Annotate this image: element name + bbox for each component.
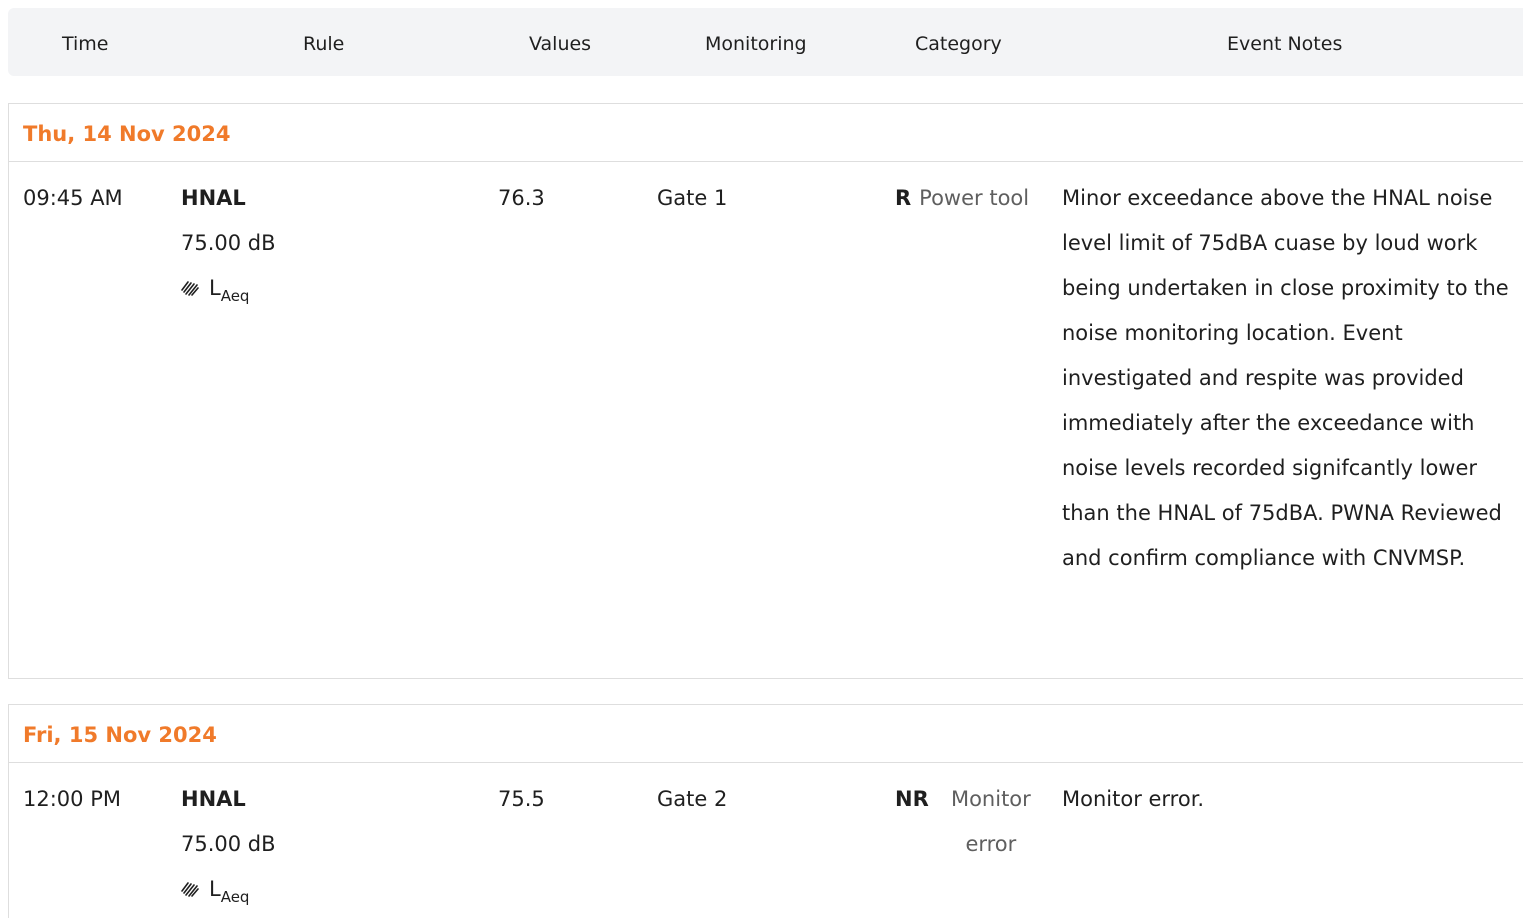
event-notes: Monitor error. xyxy=(1062,787,1205,811)
hatch-icon xyxy=(181,281,199,296)
metric-main: L xyxy=(209,877,221,901)
event-notes: Minor exceedance above the HNAL noise le… xyxy=(1062,186,1509,570)
rule-name: HNAL xyxy=(181,186,246,210)
event-monitoring: Gate 2 xyxy=(657,787,728,811)
exceedance-events-page: Time Rule Values Monitoring Category Eve… xyxy=(0,0,1523,918)
category-text: Monitor error xyxy=(950,787,1031,856)
metric-subscript: Aeq xyxy=(220,287,250,305)
category-text: Power tool xyxy=(919,186,1030,210)
table-header: Time Rule Values Monitoring Category Eve… xyxy=(8,8,1523,76)
day-group-date: Fri, 15 Nov 2024 xyxy=(23,723,217,747)
event-category: NR Monitor error xyxy=(895,777,1045,867)
event-value: 75.5 xyxy=(498,787,545,811)
column-header-time[interactable]: Time xyxy=(62,8,109,76)
column-header-category[interactable]: Category xyxy=(915,8,1002,76)
column-header-event-notes[interactable]: Event Notes xyxy=(1227,8,1342,76)
metric-main: L xyxy=(209,276,221,300)
column-header-values[interactable]: Values xyxy=(529,8,591,76)
category-code: R xyxy=(895,186,912,210)
event-monitoring: Gate 1 xyxy=(657,186,728,210)
rule-metric: LAeq xyxy=(181,867,441,914)
category-code: NR xyxy=(895,787,929,811)
day-group-header: Fri, 15 Nov 2024 xyxy=(9,705,1523,763)
event-time: 12:00 PM xyxy=(23,787,121,811)
rule-name: HNAL xyxy=(181,787,246,811)
event-category: R Power tool xyxy=(895,176,1045,221)
day-group-header: Thu, 14 Nov 2024 xyxy=(9,104,1523,162)
event-value: 76.3 xyxy=(498,186,545,210)
metric-subscript: Aeq xyxy=(220,888,250,906)
column-header-monitoring[interactable]: Monitoring xyxy=(705,8,807,76)
day-group: Fri, 15 Nov 2024 12:00 PM HNAL 75.00 dB xyxy=(8,704,1523,918)
rule-metric: LAeq xyxy=(181,266,441,313)
event-rule: HNAL 75.00 dB LAeq xyxy=(181,777,441,914)
day-group: Thu, 14 Nov 2024 09:45 AM HNAL 75.00 dB xyxy=(8,103,1523,679)
event-rule: HNAL 75.00 dB LAeq xyxy=(181,176,441,313)
hatch-icon xyxy=(181,882,199,897)
event-time: 09:45 AM xyxy=(23,186,123,210)
day-group-date: Thu, 14 Nov 2024 xyxy=(23,122,231,146)
column-header-rule[interactable]: Rule xyxy=(303,8,344,76)
rule-limit: 75.00 dB xyxy=(181,231,276,255)
rule-limit: 75.00 dB xyxy=(181,832,276,856)
